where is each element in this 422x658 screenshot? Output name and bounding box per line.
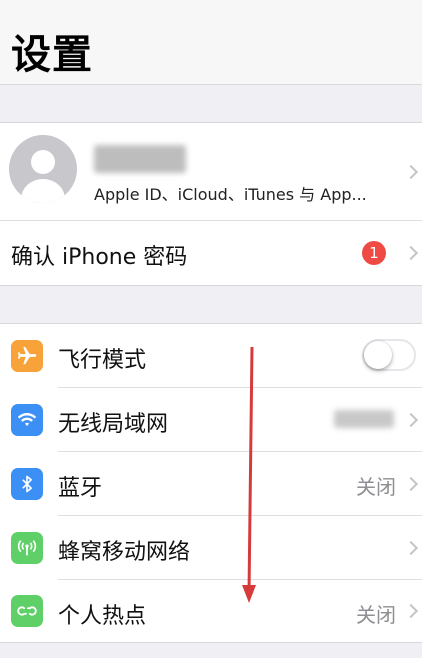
annotation-arrow [242, 346, 256, 603]
airplane-mode-row: 飞行模式 [0, 324, 422, 387]
wifi-row[interactable]: 无线局域网 [0, 388, 422, 451]
avatar [9, 135, 77, 203]
connectivity-group: 飞行模式 无线局域网 蓝牙 关闭 蜂窝移动网络 个人热点 关闭 [0, 323, 422, 643]
bluetooth-row[interactable]: 蓝牙 关闭 [0, 452, 422, 515]
cellular-row[interactable]: 蜂窝移动网络 [0, 516, 422, 579]
airplane-mode-label: 飞行模式 [58, 348, 147, 373]
chevron-right-icon [403, 540, 419, 555]
chevron-right-icon [403, 245, 419, 261]
account-subtitle: Apple ID、iCloud、iTunes 与 App... [94, 185, 367, 204]
chevron-right-icon [403, 603, 419, 619]
personal-hotspot-row[interactable]: 个人热点 关闭 [0, 580, 422, 642]
confirm-passcode-label: 确认 iPhone 密码 [11, 245, 188, 270]
cellular-label: 蜂窝移动网络 [58, 540, 191, 565]
personal-hotspot-label: 个人热点 [58, 604, 147, 629]
toggle-knob [364, 341, 392, 369]
bluetooth-status: 关闭 [356, 475, 396, 499]
wifi-network-blurred [334, 410, 394, 428]
confirm-passcode-row[interactable]: 确认 iPhone 密码 1 [0, 221, 422, 285]
bluetooth-icon [11, 468, 43, 500]
cellular-icon [11, 532, 43, 564]
personal-hotspot-status: 关闭 [356, 603, 396, 627]
account-group: Apple ID、iCloud、iTunes 与 App... 确认 iPhon… [0, 122, 422, 286]
hotspot-icon [11, 595, 43, 627]
apple-id-row[interactable]: Apple ID、iCloud、iTunes 与 App... [0, 123, 422, 220]
airplane-icon [11, 340, 43, 372]
airplane-mode-toggle[interactable] [362, 339, 416, 371]
notification-badge: 1 [362, 241, 386, 265]
chevron-right-icon [403, 412, 419, 427]
page-title: 设置 [11, 32, 93, 78]
navigation-header: 设置 [0, 0, 422, 85]
account-name-blurred [94, 145, 186, 173]
chevron-right-icon [403, 164, 419, 179]
wifi-label: 无线局域网 [58, 412, 169, 437]
bluetooth-label: 蓝牙 [58, 476, 103, 501]
chevron-right-icon [403, 476, 419, 491]
wifi-icon [11, 404, 43, 436]
